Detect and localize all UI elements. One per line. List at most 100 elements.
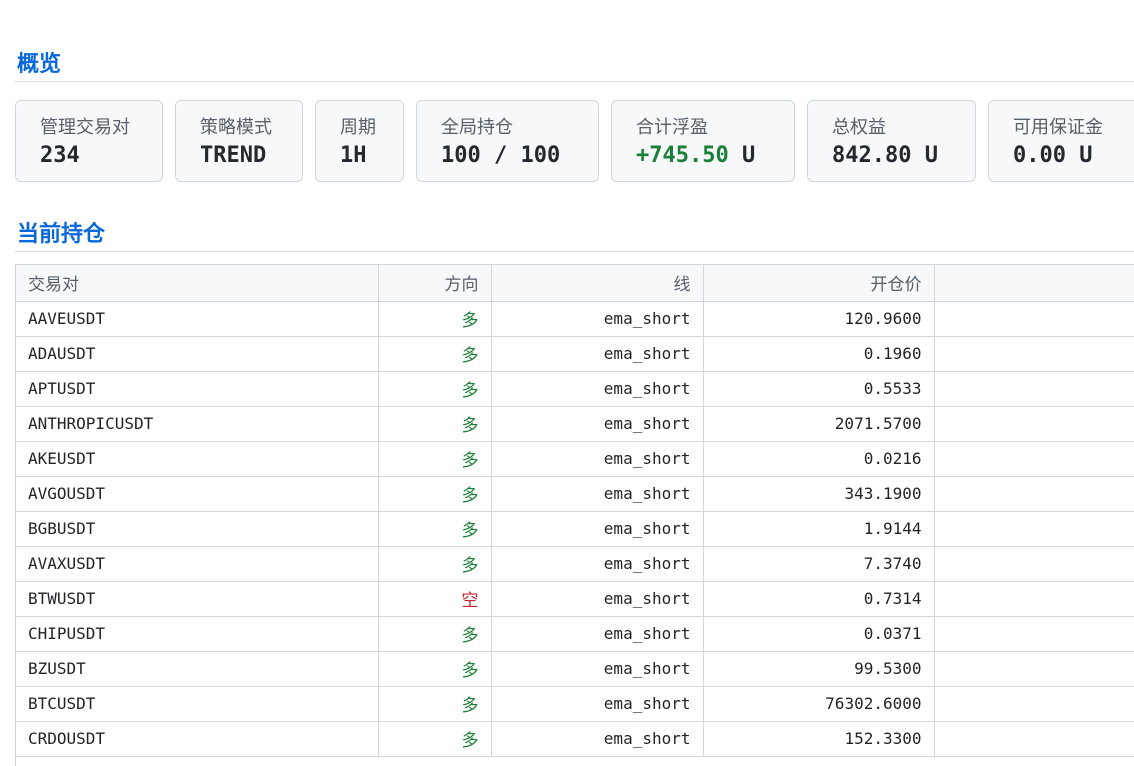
table-row[interactable]: CHIPUSDT多ema_short0.037112 <box>16 616 1134 652</box>
cell-entry-price: 152.3300 <box>703 721 935 757</box>
cell-symbol: ADAUSDT <box>16 336 379 372</box>
table-row[interactable]: BTWUSDT 空 ema_short 0.7314 <box>16 581 1134 617</box>
cell-symbol: AKEUSDT <box>16 441 379 477</box>
cell-line: ema_short <box>491 441 704 477</box>
col-header-line[interactable]: 线 <box>491 265 704 302</box>
cell-line: ema_short <box>491 371 704 407</box>
overview-cards: 管理交易对 234 策略模式 TREND 周期 1H 全局持仓 100 / 10… <box>15 100 1134 184</box>
overview-title: 概览 <box>17 52 62 77</box>
cell-next <box>934 686 1134 722</box>
card-total-unrealized-pnl: 合计浮盈 +745.50 U <box>611 100 795 182</box>
table-row[interactable]: APTUSDT多ema_short0.55331 <box>16 371 1134 407</box>
table-header-row: 交易对 方向 线 开仓价 <box>16 265 1134 302</box>
cell-next <box>934 581 1134 617</box>
cell-side: 多 <box>378 406 492 442</box>
card-global-positions: 全局持仓 100 / 100 <box>416 100 599 182</box>
cell-side: 多 <box>378 301 492 337</box>
cell-line: ema_short <box>491 336 704 372</box>
table-row[interactable]: AKEUSDT多ema_short0.021611 <box>16 441 1134 477</box>
positions-title: 当前持仓 <box>17 222 106 247</box>
cell-symbol: BTWUSDT <box>16 581 379 617</box>
cell-side: 多 <box>378 546 492 582</box>
cell-side: 多 <box>378 476 492 512</box>
cell-next <box>934 721 1134 757</box>
card-strategy-mode: 策略模式 TREND <box>175 100 303 182</box>
cell-entry-price: 0.7314 <box>703 581 935 617</box>
pnl-value: +745.50 <box>636 143 729 168</box>
card-value: TREND <box>200 143 267 168</box>
cell-line: ema_short <box>491 301 704 337</box>
cell-side: 多 <box>378 721 492 757</box>
card-label: 周期 <box>340 117 376 138</box>
cell-next: 11 <box>934 441 1134 477</box>
cell-entry-price: 120.9600 <box>703 301 935 337</box>
cell-symbol: AVAXUSDT <box>16 546 379 582</box>
cell-symbol: APTUSDT <box>16 371 379 407</box>
cell-line: ema_short <box>491 721 704 757</box>
cell-entry-price: 0.5533 <box>703 371 935 407</box>
card-value: +745.50 U <box>636 143 755 168</box>
card-value: 234 <box>40 143 80 168</box>
cell-line: ema_short <box>491 581 704 617</box>
cell-side: 多 <box>378 441 492 477</box>
cell-side: 多 <box>378 371 492 407</box>
table-row[interactable]: AVAXUSDT 多 ema_short 7.3740 <box>16 546 1134 582</box>
card-label: 可用保证金 <box>1013 117 1103 138</box>
cell-line: ema_short <box>491 686 704 722</box>
card-label: 总权益 <box>832 117 886 138</box>
cell-side: 多 <box>378 336 492 372</box>
table-row[interactable]: AAVEUSDT 多 ema_short 120.9600 <box>16 301 1134 337</box>
cell-next <box>934 301 1134 337</box>
table-row[interactable]: ADAUSDT多ema_short0.19603 <box>16 336 1134 372</box>
table-row[interactable]: ANTHROPICUSDT 多 ema_short 2071.5700 <box>16 406 1134 442</box>
card-managed-pairs: 管理交易对 234 <box>15 100 163 182</box>
positions-table: 交易对 方向 线 开仓价 AAVEUSDT 多 ema_short 120.9600 A… <box>16 265 1134 757</box>
card-available-margin: 可用保证金 0.00 U <box>988 100 1134 182</box>
col-header-symbol[interactable]: 交易对 <box>16 265 379 302</box>
cell-symbol: AVGOUSDT <box>16 476 379 512</box>
cell-line: ema_short <box>491 406 704 442</box>
card-value: 100 / 100 <box>441 143 561 168</box>
cell-symbol: BGBUSDT <box>16 511 379 547</box>
col-header-entry-price[interactable]: 开仓价 <box>703 265 935 302</box>
cell-entry-price: 0.0371 <box>703 616 935 652</box>
cell-line: ema_short <box>491 546 704 582</box>
cell-line: ema_short <box>491 616 704 652</box>
cell-symbol: AAVEUSDT <box>16 301 379 337</box>
cell-next <box>934 546 1134 582</box>
cell-entry-price: 7.3740 <box>703 546 935 582</box>
card-total-equity: 总权益 842.80 U <box>807 100 976 182</box>
col-header-next[interactable] <box>934 265 1134 302</box>
cell-side: 空 <box>378 581 492 617</box>
cell-line: ema_short <box>491 476 704 512</box>
cell-line: ema_short <box>491 511 704 547</box>
card-value: 0.00 U <box>1013 143 1093 168</box>
cell-entry-price: 0.0216 <box>703 441 935 477</box>
cell-next <box>934 651 1134 687</box>
cell-side: 多 <box>378 616 492 652</box>
cell-next <box>934 476 1134 512</box>
cell-entry-price: 76302.6000 <box>703 686 935 722</box>
col-header-side[interactable]: 方向 <box>378 265 492 302</box>
cell-side: 多 <box>378 686 492 722</box>
card-label: 合计浮盈 <box>636 117 708 138</box>
table-row[interactable]: BZUSDT 多 ema_short 99.5300 <box>16 651 1134 687</box>
table-row[interactable]: AVGOUSDT 多 ema_short 343.1900 <box>16 476 1134 512</box>
positions-divider <box>15 251 1134 252</box>
overview-divider <box>15 81 1134 82</box>
positions-table-container: 交易对 方向 线 开仓价 AAVEUSDT 多 ema_short 120.9600 A… <box>15 264 1134 766</box>
cell-entry-price: 1.9144 <box>703 511 935 547</box>
card-label: 管理交易对 <box>40 117 130 138</box>
card-value: 842.80 U <box>832 143 938 168</box>
table-row[interactable]: BTCUSDT 多 ema_short 76302.6000 <box>16 686 1134 722</box>
table-row[interactable]: CRDOUSDT 多 ema_short 152.3300 <box>16 721 1134 757</box>
cell-symbol: CHIPUSDT <box>16 616 379 652</box>
table-row[interactable]: BGBUSDT 多 ema_short 1.9144 <box>16 511 1134 547</box>
card-label: 策略模式 <box>200 117 272 138</box>
cell-symbol: ANTHROPICUSDT <box>16 406 379 442</box>
cell-side: 多 <box>378 511 492 547</box>
pnl-unit: U <box>728 143 756 168</box>
card-value: 1H <box>340 143 367 168</box>
card-period: 周期 1H <box>315 100 404 182</box>
cell-symbol: BZUSDT <box>16 651 379 687</box>
